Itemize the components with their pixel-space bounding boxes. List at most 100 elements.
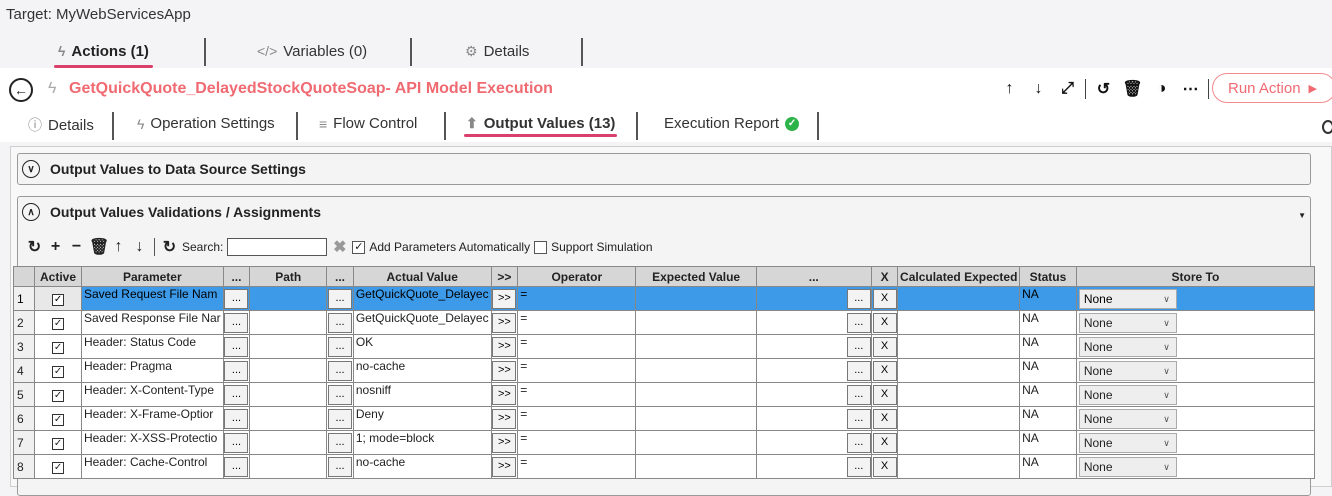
clear-expected-button[interactable]: X [872, 312, 897, 333]
run-action-button[interactable]: Run Action ▶ [1212, 73, 1332, 103]
delete-icon[interactable]: 🗑 [1118, 79, 1147, 99]
expected-browse-button[interactable]: ... [846, 312, 871, 333]
path-browse-button[interactable]: ... [328, 360, 353, 381]
operator-cell[interactable]: = [517, 286, 637, 311]
active-cell[interactable]: ✓ [34, 454, 82, 479]
parameter-cell[interactable]: Header: X-XSS-Protectio [80, 430, 224, 455]
actual-value-cell[interactable]: no-cache [352, 454, 492, 479]
col-parameter[interactable]: Parameter [80, 266, 224, 287]
chevron-up-icon[interactable]: ∧ [22, 203, 40, 221]
operator-cell[interactable]: = [517, 358, 637, 383]
col-status[interactable]: Status [1019, 266, 1077, 287]
path-browse-button[interactable]: ... [328, 336, 353, 357]
expected-browse-button[interactable]: ... [846, 456, 871, 477]
operator-cell[interactable]: = [517, 406, 637, 431]
parameter-cell[interactable]: Saved Request File Nam [80, 286, 224, 311]
operator-cell[interactable]: = [517, 430, 637, 455]
remove-icon[interactable]: − [68, 238, 85, 256]
parameter-cell[interactable]: Header: X-Frame-Optior [80, 406, 224, 431]
active-cell[interactable]: ✓ [34, 430, 82, 455]
expected-browse-button[interactable]: ... [846, 432, 871, 453]
expected-browse-button[interactable]: ... [846, 360, 871, 381]
clear-expected-button[interactable]: X [872, 336, 897, 357]
table-row[interactable]: 1 ✓ Saved Request File Nam...... GetQuickQu… [13, 286, 1315, 311]
copy-to-expected-button[interactable]: >> [492, 360, 517, 381]
store-to-select[interactable]: None ∨ [1078, 433, 1177, 453]
store-to-select[interactable]: None ∨ [1078, 457, 1177, 477]
parameter-cell[interactable]: Header: X-Content-Type [80, 382, 224, 407]
active-cell[interactable]: ✓ [34, 358, 82, 383]
active-checkbox[interactable]: ✓ [52, 294, 65, 306]
move-down-icon[interactable]: ↓ [131, 238, 148, 256]
subtab-operation-settings[interactable]: ϟ Operation Settings [137, 115, 275, 132]
expected-value-cell[interactable] [635, 382, 757, 407]
active-checkbox[interactable]: ✓ [52, 342, 65, 354]
actual-value-cell[interactable]: GetQuickQuote_Delayec [352, 286, 492, 311]
copy-to-expected-button[interactable]: >> [492, 312, 517, 333]
expected-browse-button[interactable]: ... [846, 288, 871, 309]
path-cell[interactable] [249, 334, 328, 359]
clear-expected-button[interactable]: X [872, 432, 897, 453]
path-browse-button[interactable]: ... [328, 432, 353, 453]
operator-cell[interactable]: = [517, 310, 637, 335]
chevron-down-icon[interactable]: ∨ [22, 160, 40, 178]
clear-expected-button[interactable]: X [872, 288, 897, 309]
more-icon[interactable]: ⋯ [1176, 79, 1205, 99]
parameter-browse-button[interactable]: ... [224, 456, 249, 477]
store-to-select[interactable]: None ∨ [1078, 385, 1177, 405]
expected-value-cell[interactable] [635, 286, 757, 311]
actual-value-cell[interactable]: 1; mode=block [352, 430, 492, 455]
add-icon[interactable]: + [47, 238, 64, 256]
table-row[interactable]: 4 ✓ Header: Pragma...... no-cache >> =... X NA N… [13, 358, 1315, 383]
col-path[interactable]: Path [249, 266, 328, 287]
store-to-select[interactable]: None ∨ [1078, 313, 1177, 333]
path-cell[interactable] [249, 454, 328, 479]
undo-icon[interactable]: ↺ [1089, 79, 1118, 99]
store-to-select[interactable]: None ∨ [1078, 409, 1177, 429]
operator-cell[interactable]: = [517, 334, 637, 359]
expand-icon[interactable]: ⤢ [1053, 80, 1082, 98]
path-browse-button[interactable]: ... [328, 384, 353, 405]
col-calculated-expected[interactable]: Calculated Expected [897, 266, 1021, 287]
expected-value-cell[interactable] [635, 358, 757, 383]
path-cell[interactable] [249, 286, 328, 311]
clear-expected-button[interactable]: X [872, 408, 897, 429]
path-cell[interactable] [249, 430, 328, 455]
active-checkbox[interactable]: ✓ [52, 462, 65, 474]
path-cell[interactable] [249, 406, 328, 431]
subtab-execution-report[interactable]: Execution Report ✓ [664, 115, 800, 132]
move-up-icon[interactable]: ↑ [110, 238, 127, 256]
copy-to-expected-button[interactable]: >> [492, 408, 517, 429]
add-params-checkbox[interactable]: ✓ [352, 240, 366, 254]
copy-to-expected-button[interactable]: >> [492, 456, 517, 477]
active-cell[interactable]: ✓ [34, 286, 82, 311]
expected-value-cell[interactable] [635, 406, 757, 431]
expected-browse-button[interactable]: ... [846, 384, 871, 405]
actual-value-cell[interactable]: OK [352, 334, 492, 359]
expected-value-cell[interactable] [635, 334, 757, 359]
subtab-flow-control[interactable]: ≡ Flow Control [319, 115, 417, 132]
table-row[interactable]: 7 ✓ Header: X-XSS-Protectio...... 1; mode=b… [13, 430, 1315, 455]
expected-browse-button[interactable]: ... [846, 336, 871, 357]
parameter-browse-button[interactable]: ... [224, 360, 249, 381]
store-to-select[interactable]: None ∨ [1078, 337, 1177, 357]
reload-icon[interactable]: ↻ [161, 237, 178, 257]
back-arrow-icon[interactable]: ← [9, 78, 33, 102]
col-store-to[interactable]: Store To [1075, 266, 1315, 287]
actual-value-cell[interactable]: nosniff [352, 382, 492, 407]
expected-browse-button[interactable]: ... [846, 408, 871, 429]
parameter-browse-button[interactable]: ... [224, 384, 249, 405]
parameter-browse-button[interactable]: ... [224, 312, 249, 333]
tab-variables[interactable]: </> Variables (0) [257, 36, 367, 66]
actual-value-cell[interactable]: GetQuickQuote_Delayec [352, 310, 492, 335]
col-operator[interactable]: Operator [517, 266, 637, 287]
parameter-cell[interactable]: Header: Pragma [80, 358, 224, 383]
active-checkbox[interactable]: ✓ [52, 414, 65, 426]
copy-to-expected-button[interactable]: >> [492, 336, 517, 357]
active-cell[interactable]: ✓ [34, 334, 82, 359]
parameter-browse-button[interactable]: ... [224, 432, 249, 453]
refresh-icon[interactable]: ↻ [26, 237, 43, 257]
path-browse-button[interactable]: ... [328, 456, 353, 477]
path-cell[interactable] [249, 382, 328, 407]
col-active[interactable]: Active [34, 266, 82, 287]
